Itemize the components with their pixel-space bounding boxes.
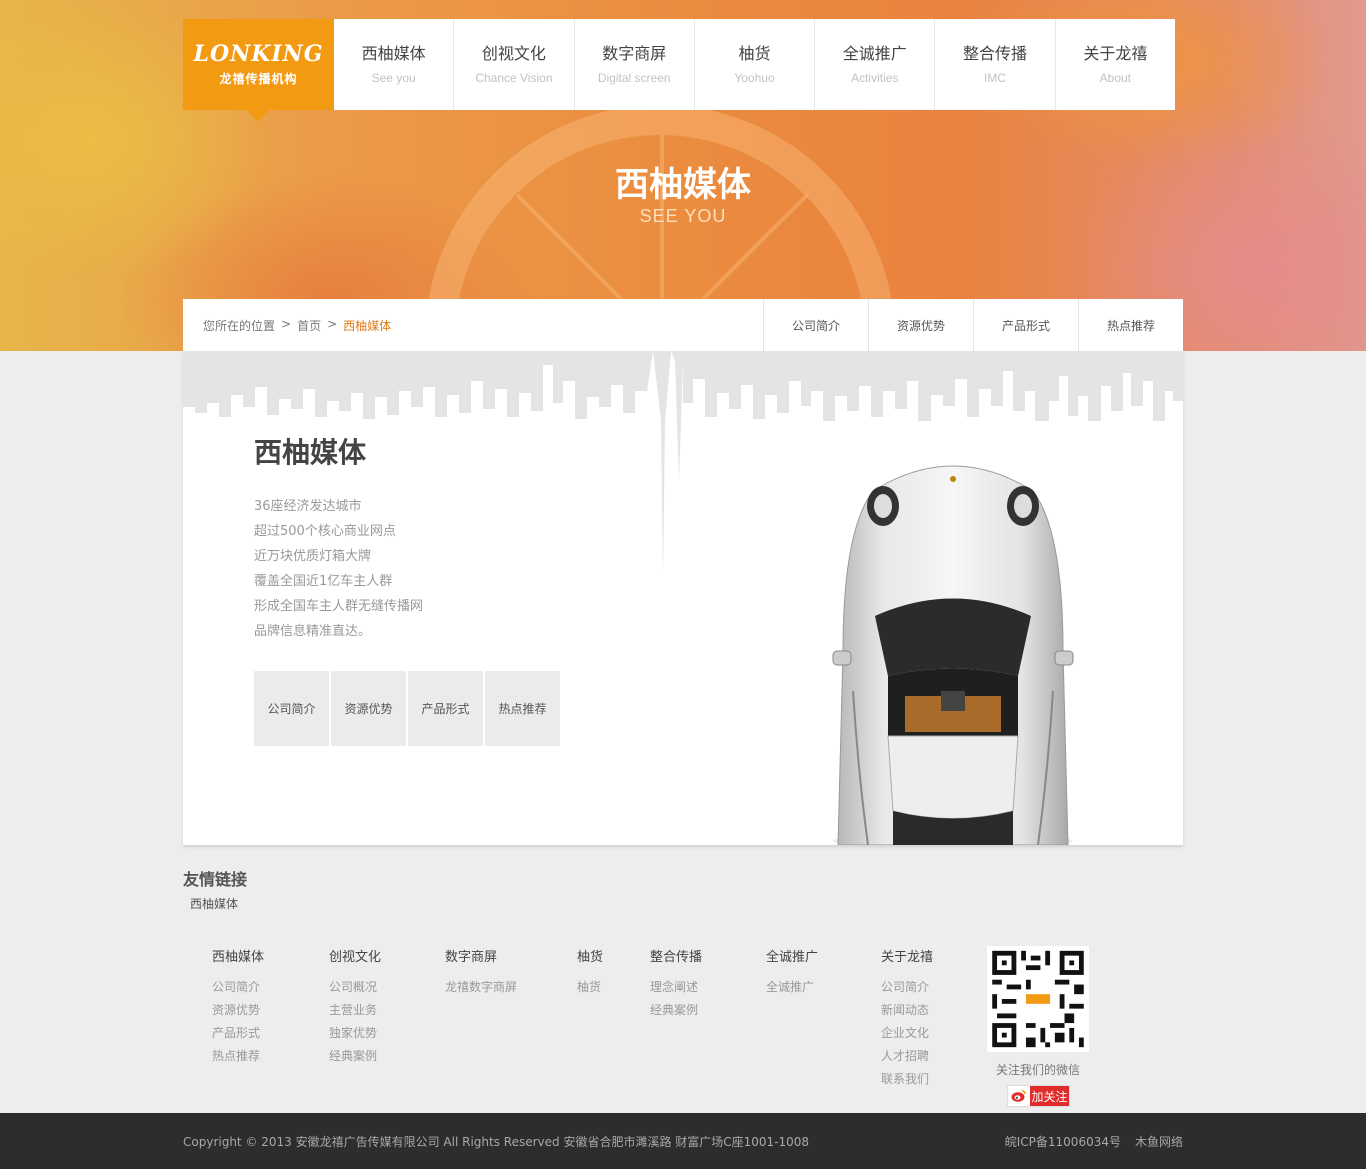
footer-link[interactable]: 主营业务 (329, 999, 381, 1022)
section-title: 西柚媒体 (254, 436, 367, 469)
footer-col-title[interactable]: 数字商屏 (445, 948, 517, 968)
hero-subtitle: SEE YOU (639, 206, 727, 226)
breadcrumb-prefix: 您所在的位置 (203, 318, 276, 333)
tile-resource-advantages[interactable]: 资源优势 (331, 671, 406, 746)
nav-item-digital-screen[interactable]: 数字商屏 Digital screen (573, 19, 694, 110)
footer-col-imc: 整合传播 理念阐述 经典案例 (650, 948, 702, 1022)
tile-product-forms[interactable]: 产品形式 (408, 671, 483, 746)
logo[interactable]: LONKING 龙禧传播机构 (183, 19, 334, 122)
friend-links-title: 友情链接 (183, 870, 248, 889)
nav-label: 数字商屏 (602, 43, 667, 63)
description-line: 形成全国车主人群无缝传播网 (254, 599, 424, 614)
nav-label: 创视文化 (481, 43, 546, 63)
footer-col-title[interactable]: 全诚推广 (766, 948, 818, 968)
description-line: 品牌信息精准直达。 (254, 624, 372, 639)
breadcrumb: 您所在的位置 > 首页 > 西柚媒体 (183, 317, 391, 334)
icp-link[interactable]: 皖ICP备11006034号 (1005, 1133, 1121, 1150)
nav-label: 西柚媒体 (361, 43, 426, 63)
footer-right: 皖ICP备11006034号 木鱼网络 (1005, 1133, 1183, 1150)
nav-item-chance-vision[interactable]: 创视文化 Chance Vision (453, 19, 573, 110)
footer-col-title[interactable]: 关于龙禧 (881, 948, 933, 968)
weibo-icon (1008, 1086, 1030, 1106)
description-line: 36座经济发达城市 (254, 499, 362, 514)
nav-sublabel: Chance Vision (475, 70, 553, 85)
qr-caption: 关注我们的微信 (995, 1063, 1080, 1077)
section-tiles: 公司简介 资源优势 产品形式 热点推荐 (254, 671, 560, 746)
footer-link[interactable]: 人才招聘 (881, 1045, 933, 1068)
site-header: LONKING 龙禧传播机构 西柚媒体 See you 创视文化 Chance … (183, 19, 1175, 122)
nav-sublabel: Yoohuo (734, 70, 775, 85)
footer-link[interactable]: 经典案例 (650, 999, 702, 1022)
subnav-hot-picks[interactable]: 热点推荐 (1078, 299, 1183, 351)
main-nav: 西柚媒体 See you 创视文化 Chance Vision 数字商屏 Dig… (334, 19, 1175, 110)
breadcrumb-separator: > (281, 316, 292, 331)
footer-col-see-you: 西柚媒体 公司简介 资源优势 产品形式 热点推荐 (212, 948, 264, 1068)
description-line: 超过500个核心商业网点 (254, 524, 396, 539)
sub-nav: 公司简介 资源优势 产品形式 热点推荐 (763, 299, 1183, 351)
nav-sublabel: See you (371, 70, 416, 85)
subnav-product-forms[interactable]: 产品形式 (973, 299, 1078, 351)
copyright-text: Copyright © 2013 安徽龙禧广告传媒有限公司 All Rights… (183, 1135, 810, 1149)
breadcrumb-current: 西柚媒体 (343, 318, 392, 333)
logo-wordmark: LONKING (193, 41, 324, 67)
footer-col-title[interactable]: 柚货 (577, 948, 603, 968)
nav-sublabel: Activities (851, 70, 899, 85)
nav-sublabel: Digital screen (597, 70, 671, 85)
logo-subtitle: 龙禧传播机构 (219, 72, 298, 86)
nav-item-imc[interactable]: 整合传播 IMC (934, 19, 1054, 110)
tile-company-intro[interactable]: 公司简介 (254, 671, 329, 746)
footer-col-about: 关于龙禧 公司简介 新闻动态 企业文化 人才招聘 联系我们 (881, 948, 933, 1091)
footer-col-title[interactable]: 整合传播 (650, 948, 702, 968)
nav-item-about[interactable]: 关于龙禧 About (1054, 19, 1175, 110)
credit-link[interactable]: 木鱼网络 (1135, 1133, 1183, 1150)
description-line: 近万块优质灯箱大牌 (254, 549, 372, 564)
footer-link[interactable]: 理念阐述 (650, 976, 702, 999)
nav-label: 柚货 (738, 43, 771, 63)
breadcrumb-bar: 您所在的位置 > 首页 > 西柚媒体 公司简介 资源优势 产品形式 热点推荐 (183, 299, 1183, 351)
weibo-follow-label: 加关注 (1030, 1086, 1069, 1106)
car-top-view-image (832, 465, 1074, 845)
footer-link[interactable]: 热点推荐 (212, 1045, 264, 1068)
footer-link[interactable]: 龙禧数字商屏 (445, 976, 517, 999)
footer-link[interactable]: 公司概况 (329, 976, 381, 999)
site-footer-bar: Copyright © 2013 安徽龙禧广告传媒有限公司 All Rights… (0, 1113, 1366, 1169)
footer-link[interactable]: 产品形式 (212, 1022, 264, 1045)
footer-link[interactable]: 企业文化 (881, 1022, 933, 1045)
section-description: 36座经济发达城市 超过500个核心商业网点 近万块优质灯箱大牌 覆盖全国近1亿… (254, 494, 423, 644)
breadcrumb-separator: > (327, 316, 338, 331)
weibo-follow-button[interactable]: 加关注 (1007, 1085, 1070, 1107)
footer-link[interactable]: 新闻动态 (881, 999, 933, 1022)
nav-label: 整合传播 (963, 43, 1028, 63)
footer-col-title[interactable]: 创视文化 (329, 948, 381, 968)
footer-col-activities: 全诚推广 全诚推广 (766, 948, 818, 999)
qr-code-icon (987, 946, 1089, 1052)
subnav-resource-advantages[interactable]: 资源优势 (868, 299, 973, 351)
footer-col-yoohuo: 柚货 柚货 (577, 948, 603, 999)
subnav-company-intro[interactable]: 公司简介 (763, 299, 868, 351)
tile-hot-picks[interactable]: 热点推荐 (485, 671, 560, 746)
nav-sublabel: IMC (984, 70, 1007, 85)
footer-link[interactable]: 公司简介 (881, 976, 933, 999)
footer-link[interactable]: 资源优势 (212, 999, 264, 1022)
footer-col-title[interactable]: 西柚媒体 (212, 948, 264, 968)
breadcrumb-home-link[interactable]: 首页 (297, 317, 321, 334)
description-line: 覆盖全国近1亿车主人群 (254, 574, 393, 589)
footer-link[interactable]: 全诚推广 (766, 976, 818, 999)
nav-item-yoohuo[interactable]: 柚货 Yoohuo (693, 19, 814, 110)
nav-sublabel: About (1099, 70, 1131, 85)
nav-item-activities[interactable]: 全诚推广 Activities (814, 19, 934, 110)
friend-link[interactable]: 西柚媒体 (190, 895, 238, 912)
footer-link[interactable]: 经典案例 (329, 1045, 381, 1068)
nav-item-see-you[interactable]: 西柚媒体 See you (334, 19, 453, 110)
nav-label: 关于龙禧 (1083, 43, 1148, 63)
footer-col-chance-vision: 创视文化 公司概况 主营业务 独家优势 经典案例 (329, 948, 381, 1068)
footer-link[interactable]: 独家优势 (329, 1022, 381, 1045)
footer-col-digital-screen: 数字商屏 龙禧数字商屏 (445, 948, 517, 999)
footer-link[interactable]: 联系我们 (881, 1068, 933, 1091)
nav-label: 全诚推广 (842, 43, 907, 63)
hero-title: 西柚媒体 (615, 165, 751, 205)
footer-link[interactable]: 公司简介 (212, 976, 264, 999)
footer-link[interactable]: 柚货 (577, 976, 603, 999)
main-content-panel: 西柚媒体 36座经济发达城市 超过500个核心商业网点 近万块优质灯箱大牌 覆盖… (183, 351, 1183, 845)
